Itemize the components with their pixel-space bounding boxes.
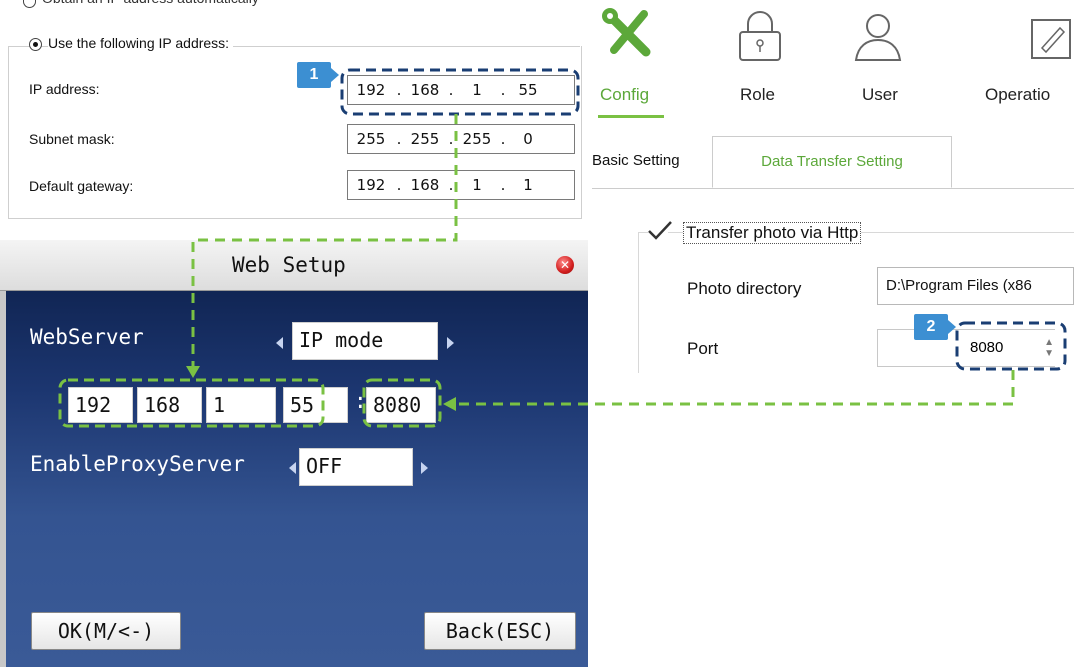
ip-connector-arrow-icon xyxy=(186,366,200,378)
callout-badge-1: 1 xyxy=(297,62,339,88)
port-highlight-box xyxy=(955,321,1067,371)
callout-badge-2: 2 xyxy=(914,314,956,340)
device-ip-highlight-box xyxy=(58,378,325,428)
annotation-overlay xyxy=(58,68,1067,428)
ip-connector-line xyxy=(191,114,458,370)
device-port-highlight-box xyxy=(362,378,442,428)
port-connector-arrow-icon xyxy=(443,397,456,411)
ip-highlight-box xyxy=(340,68,580,116)
port-connector-line xyxy=(456,370,1015,406)
